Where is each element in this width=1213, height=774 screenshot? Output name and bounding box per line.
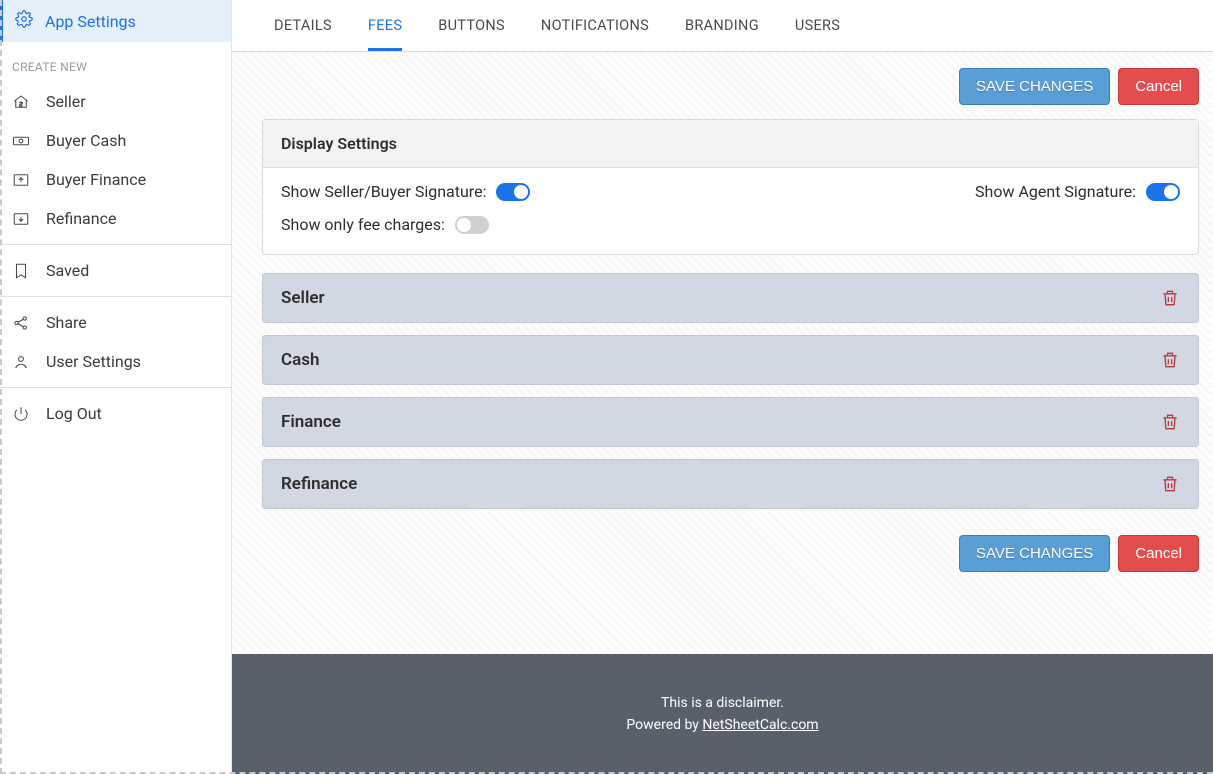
fee-list: Seller Cash Finance Refinance [262,273,1199,509]
save-changes-button[interactable]: SAVE CHANGES [959,68,1110,105]
cash-icon [10,132,32,150]
sidebar-item-label: Buyer Cash [46,131,126,150]
show-only-fee-charges-label: Show only fee charges: [281,215,445,234]
bookmark-icon [10,262,32,280]
show-only-fee-charges-toggle[interactable] [455,216,489,234]
tab-buttons[interactable]: BUTTONS [438,1,505,51]
fee-row-cash[interactable]: Cash [262,335,1199,385]
sidebar-item-label: User Settings [46,352,141,371]
finance-up-icon [10,171,32,189]
sidebar-item-user-settings[interactable]: User Settings [0,342,231,381]
tab-details[interactable]: DETAILS [274,1,332,51]
sidebar-item-buyer-finance[interactable]: Buyer Finance [0,160,231,199]
tabs-bar: DETAILS FEES BUTTONS NOTIFICATIONS BRAND… [232,0,1213,52]
sidebar-item-seller[interactable]: Seller [0,82,231,121]
footer-powered-by-prefix: Powered by [626,717,702,733]
power-icon [10,405,32,423]
sidebar-item-label: Seller [46,92,86,111]
sidebar-item-label: Log Out [46,404,102,423]
show-agent-signature-toggle[interactable] [1146,183,1180,201]
footer-disclaimer: This is a disclaimer. [661,695,784,711]
gear-icon [15,10,33,32]
content-area: SAVE CHANGES Cancel Display Settings Sho… [232,52,1213,586]
sidebar-item-log-out[interactable]: Log Out [0,394,231,433]
fee-row-seller[interactable]: Seller [262,273,1199,323]
fee-row-finance[interactable]: Finance [262,397,1199,447]
footer: This is a disclaimer. Powered by NetShee… [232,654,1213,774]
cancel-button[interactable]: Cancel [1118,68,1199,105]
bottom-button-row: SAVE CHANGES Cancel [262,521,1199,586]
fee-row-label: Seller [281,288,325,308]
fee-row-label: Finance [281,412,341,432]
share-icon [10,314,32,332]
sidebar-active-label: App Settings [45,12,136,31]
footer-powered-by-link[interactable]: NetSheetCalc.com [702,717,818,733]
top-button-row: SAVE CHANGES Cancel [262,68,1199,119]
sidebar-item-app-settings[interactable]: App Settings [0,0,231,42]
sidebar-item-refinance[interactable]: Refinance [0,199,231,238]
house-dollar-icon [10,93,32,111]
sidebar-divider [0,244,231,245]
fee-row-label: Cash [281,350,319,370]
show-signature-label: Show Seller/Buyer Signature: [281,182,486,201]
sidebar-item-saved[interactable]: Saved [0,251,231,290]
tab-fees[interactable]: FEES [368,1,402,51]
tab-notifications[interactable]: NOTIFICATIONS [541,1,649,51]
display-settings-panel: Display Settings Show Seller/Buyer Signa… [262,119,1199,255]
tab-branding[interactable]: BRANDING [685,1,759,51]
trash-icon[interactable] [1160,349,1180,371]
sidebar-item-label: Share [46,313,87,332]
cancel-button[interactable]: Cancel [1118,535,1199,572]
sidebar-item-label: Saved [46,261,89,280]
fee-row-refinance[interactable]: Refinance [262,459,1199,509]
sidebar-divider [0,387,231,388]
show-signature-toggle[interactable] [496,183,530,201]
show-agent-signature-label: Show Agent Signature: [975,182,1136,201]
tab-users[interactable]: USERS [795,1,840,51]
sidebar-item-label: Buyer Finance [46,170,146,189]
fee-row-label: Refinance [281,474,357,494]
sidebar-item-label: Refinance [46,209,116,228]
save-changes-button[interactable]: SAVE CHANGES [959,535,1110,572]
panel-title: Display Settings [263,120,1198,168]
finance-down-icon [10,210,32,228]
footer-powered-by: Powered by NetSheetCalc.com [626,717,818,733]
sidebar-item-buyer-cash[interactable]: Buyer Cash [0,121,231,160]
trash-icon[interactable] [1160,411,1180,433]
user-icon [10,353,32,371]
trash-icon[interactable] [1160,287,1180,309]
sidebar: App Settings CREATE NEW Seller Buyer Cas… [0,0,232,774]
sidebar-divider [0,296,231,297]
trash-icon[interactable] [1160,473,1180,495]
sidebar-item-share[interactable]: Share [0,303,231,342]
main-area: DETAILS FEES BUTTONS NOTIFICATIONS BRAND… [232,0,1213,774]
sidebar-section-create-new: CREATE NEW [0,42,231,82]
